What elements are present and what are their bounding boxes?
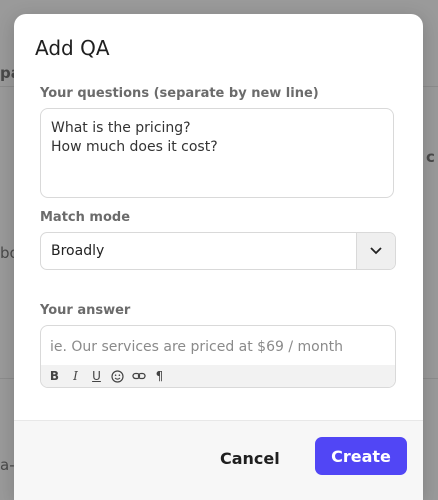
create-button[interactable]: Create [315, 437, 407, 475]
match-mode-value: Broadly [51, 243, 105, 259]
dialog-footer: Cancel Create [14, 420, 423, 500]
italic-icon[interactable]: I [68, 369, 83, 384]
match-mode-select[interactable]: Broadly [40, 232, 396, 270]
add-qa-dialog: Add QA Your questions (separate by new l… [14, 14, 423, 500]
link-icon[interactable] [131, 369, 146, 384]
cancel-button[interactable]: Cancel [220, 449, 280, 468]
answer-label: Your answer [40, 303, 131, 318]
questions-textarea[interactable]: What is the pricing? How much does it co… [40, 108, 394, 198]
editor-toolbar: B I U ¶ [41, 365, 395, 387]
bold-icon[interactable]: B [47, 369, 62, 384]
questions-label: Your questions (separate by new line) [40, 86, 319, 101]
answer-editor[interactable]: ie. Our services are priced at $69 / mon… [40, 325, 396, 388]
dialog-title: Add QA [35, 36, 110, 60]
underline-icon[interactable]: U [89, 369, 104, 384]
paragraph-icon[interactable]: ¶ [152, 369, 167, 384]
chevron-down-icon[interactable] [356, 233, 395, 269]
emoji-icon[interactable] [110, 369, 125, 384]
background-text-fragment: c [426, 148, 435, 166]
answer-placeholder[interactable]: ie. Our services are priced at $69 / mon… [50, 339, 343, 355]
match-mode-label: Match mode [40, 210, 131, 225]
